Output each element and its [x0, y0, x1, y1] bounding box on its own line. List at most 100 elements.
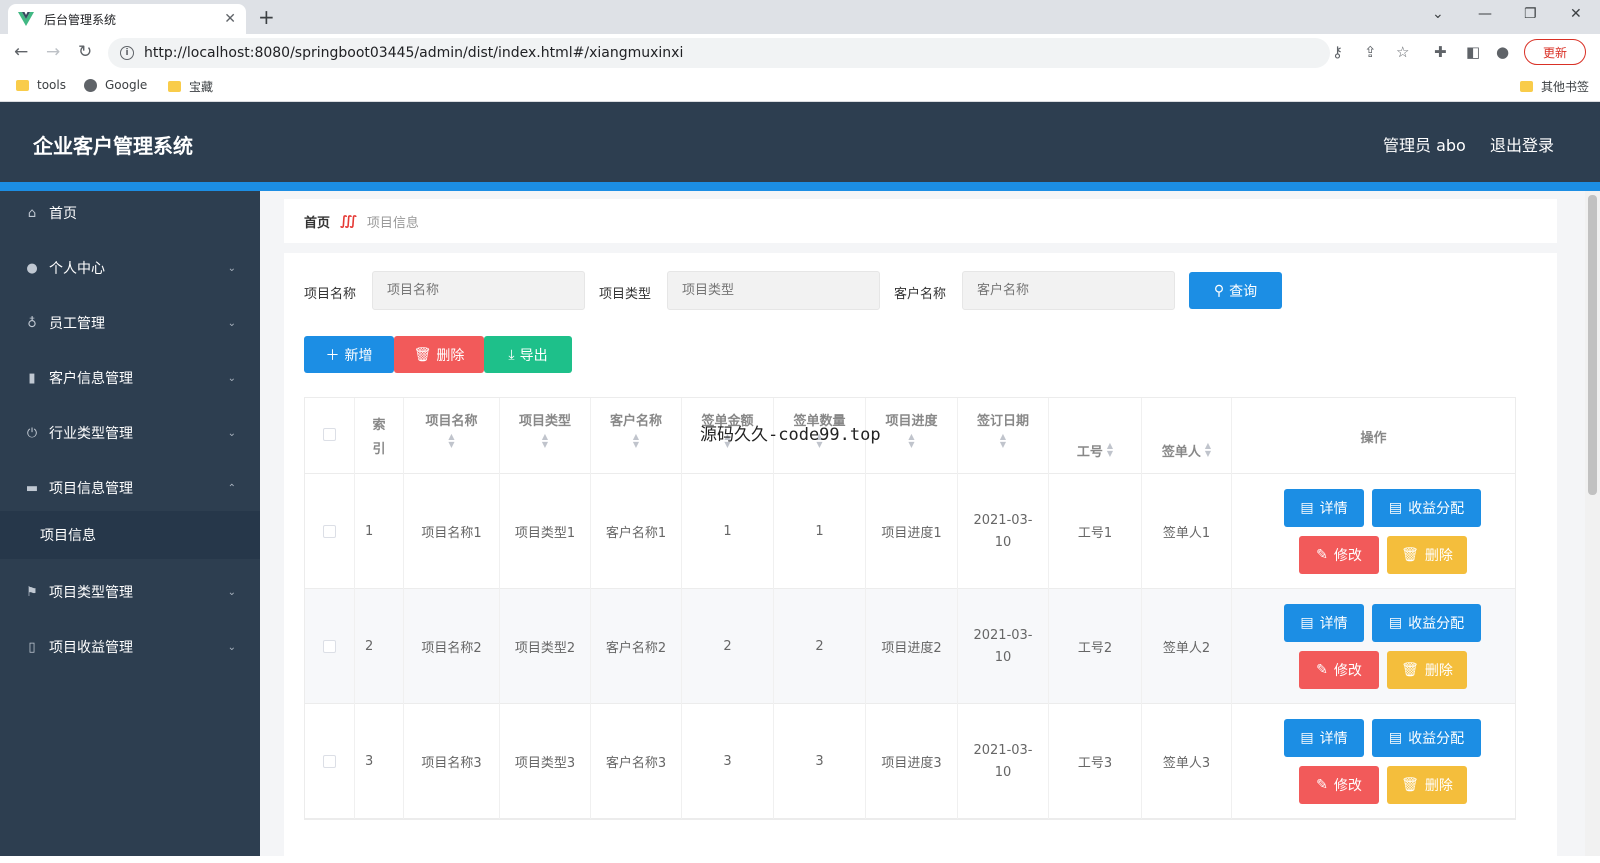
sort-icon[interactable]: ▲ ▼: [448, 433, 454, 449]
sort-icon[interactable]: ▲ ▼: [542, 433, 548, 449]
browser-tab-bar: 后台管理系统 ✕ + ⌄ — ❐ ✕: [0, 0, 1600, 34]
header-index[interactable]: 索引: [355, 398, 404, 474]
restore-icon[interactable]: ❐: [1524, 6, 1537, 22]
bookmark-tools[interactable]: tools: [16, 78, 66, 92]
site-info-icon[interactable]: i: [120, 46, 134, 60]
header-project-name[interactable]: 项目名称 ▲ ▼: [404, 398, 500, 474]
edit-icon: ✎: [1316, 662, 1328, 678]
sidepanel-icon[interactable]: ◧: [1466, 43, 1480, 61]
edit-button[interactable]: ✎ 修改: [1299, 766, 1379, 804]
sidebar-item-home[interactable]: ⌂ 首页: [0, 193, 260, 233]
chevron-down-icon: ⌄: [227, 427, 236, 439]
sort-icon[interactable]: ▲ ▼: [1107, 442, 1113, 458]
header-signer[interactable]: 签单人 ▲ ▼: [1142, 398, 1232, 474]
bookmark-other[interactable]: 其他书签: [1520, 78, 1589, 95]
profile-icon[interactable]: ●: [1496, 43, 1509, 61]
cell-customer-name: 客户名称1: [591, 474, 682, 589]
trash-icon: 🗑: [1401, 662, 1419, 678]
batch-delete-button[interactable]: 🗑 删除: [394, 336, 484, 373]
add-button[interactable]: ＋新增: [304, 336, 394, 373]
export-button[interactable]: ⤓ 导出: [484, 336, 572, 373]
document-icon: ▤: [1388, 500, 1403, 516]
sort-icon[interactable]: ▲ ▼: [908, 433, 914, 449]
trash-icon: 🗑: [1401, 547, 1419, 563]
logout-link[interactable]: 退出登录: [1490, 132, 1554, 156]
extensions-icon[interactable]: ✚: [1434, 43, 1447, 61]
cell-progress: 项目进度2: [866, 589, 958, 704]
chevron-down-icon: ⌄: [227, 317, 236, 329]
new-tab-icon[interactable]: +: [258, 5, 275, 29]
sidebar-item-projects[interactable]: ▬ 项目信息管理 ⌃: [0, 468, 260, 508]
window-close-icon[interactable]: ✕: [1570, 6, 1582, 22]
breadcrumb-home[interactable]: 首页: [304, 212, 330, 231]
detail-button[interactable]: ▤ 详情: [1284, 604, 1364, 642]
sidebar-item-customers[interactable]: ▮ 客户信息管理 ⌄: [0, 358, 260, 398]
close-icon[interactable]: ✕: [224, 11, 236, 27]
browser-tab[interactable]: 后台管理系统 ✕: [8, 4, 246, 34]
row-checkbox[interactable]: [323, 755, 336, 768]
edit-button[interactable]: ✎ 修改: [1299, 536, 1379, 574]
delete-button[interactable]: 🗑 删除: [1387, 651, 1467, 689]
sidebar-item-profile[interactable]: ● 个人中心 ⌄: [0, 248, 260, 288]
cell-sign-quantity: 3: [774, 704, 866, 819]
profit-button[interactable]: ▤ 收益分配: [1372, 489, 1481, 527]
detail-button[interactable]: ▤ 详情: [1284, 719, 1364, 757]
customer-name-input[interactable]: [962, 271, 1175, 310]
key-icon[interactable]: ⚷: [1332, 43, 1343, 61]
header-customer-name[interactable]: 客户名称 ▲ ▼: [591, 398, 682, 474]
sidebar-item-project-profits[interactable]: ▯ 项目收益管理 ⌄: [0, 627, 260, 667]
cell-customer-name: 客户名称2: [591, 589, 682, 704]
bookmark-google[interactable]: Google: [84, 78, 147, 92]
query-button[interactable]: ⚲ 查询: [1189, 272, 1282, 309]
cell-actions: ▤ 详情 ▤ 收益分配 ✎ 修改 🗑 删除: [1232, 589, 1515, 704]
plus-icon: ＋: [325, 347, 340, 364]
table-header: 索引 项目名称 ▲ ▼ 项目类型 ▲ ▼ 客户名称 ▲ ▼ 签单金额 ▲ ▼ 签单数量 ▲ ▼ 项目…: [305, 398, 1515, 474]
document-icon: ▤: [1300, 730, 1314, 746]
search-label-project-name: 项目名称: [304, 287, 357, 302]
header-job-no[interactable]: 工号 ▲ ▼: [1049, 398, 1142, 474]
scrollbar-thumb[interactable]: [1588, 195, 1597, 495]
profit-button[interactable]: ▤ 收益分配: [1372, 719, 1481, 757]
sort-icon[interactable]: ▲ ▼: [633, 433, 639, 449]
sidebar-subitem-project-info[interactable]: 项目信息: [0, 511, 260, 559]
reload-icon[interactable]: ↻: [78, 42, 92, 62]
tab-search-icon[interactable]: ⌄: [1432, 6, 1444, 22]
url-field[interactable]: i http://localhost:8080/springboot03445/…: [108, 38, 1330, 68]
page-scrollbar[interactable]: [1585, 191, 1600, 856]
star-icon[interactable]: ☆: [1396, 43, 1409, 61]
sidebar-item-project-types[interactable]: ⚑ 项目类型管理 ⌄: [0, 572, 260, 612]
cell-job-no: 工号2: [1049, 589, 1142, 704]
sidebar-item-industry[interactable]: ⏻ 行业类型管理 ⌄: [0, 413, 260, 453]
project-table: 索引 项目名称 ▲ ▼ 项目类型 ▲ ▼ 客户名称 ▲ ▼ 签单金额 ▲ ▼ 签单数量 ▲ ▼ 项目…: [304, 397, 1516, 820]
bookmark-treasure[interactable]: 宝藏: [168, 78, 213, 95]
edit-button[interactable]: ✎ 修改: [1299, 651, 1379, 689]
minimize-icon[interactable]: —: [1478, 6, 1492, 22]
select-all-checkbox[interactable]: [323, 428, 336, 441]
sort-icon[interactable]: ▲ ▼: [1000, 433, 1006, 449]
header-project-type[interactable]: 项目类型 ▲ ▼: [500, 398, 591, 474]
row-checkbox[interactable]: [323, 525, 336, 538]
row-checkbox[interactable]: [323, 640, 336, 653]
update-button[interactable]: 更新: [1524, 39, 1586, 65]
detail-button[interactable]: ▤ 详情: [1284, 489, 1364, 527]
bookmarks-bar: tools Google 宝藏 其他书签: [0, 72, 1600, 102]
delete-button[interactable]: 🗑 删除: [1387, 536, 1467, 574]
cell-customer-name: 客户名称3: [591, 704, 682, 819]
table-row: 1 项目名称1 项目类型1 客户名称1 1 1 项目进度1 2021-03-10…: [305, 474, 1515, 589]
header-sign-date[interactable]: 签订日期 ▲ ▼: [958, 398, 1049, 474]
profit-button[interactable]: ▤ 收益分配: [1372, 604, 1481, 642]
sort-icon[interactable]: ▲ ▼: [1205, 442, 1211, 458]
project-type-input[interactable]: [667, 271, 880, 310]
header-divider: [0, 182, 1600, 191]
delete-button[interactable]: 🗑 删除: [1387, 766, 1467, 804]
forward-icon[interactable]: →: [46, 42, 60, 62]
sidebar-item-employees[interactable]: ♁ 员工管理 ⌄: [0, 303, 260, 343]
share-icon[interactable]: ⇪: [1364, 43, 1377, 61]
chevron-down-icon: ⌄: [227, 586, 236, 598]
mic-icon: ♁: [27, 315, 37, 331]
cell-actions: ▤ 详情 ▤ 收益分配 ✎ 修改 🗑 删除: [1232, 704, 1515, 819]
back-icon[interactable]: ←: [14, 42, 28, 62]
power-icon: ⏻: [26, 425, 38, 441]
header-actions: 操作: [1360, 431, 1387, 446]
project-name-input[interactable]: [372, 271, 585, 310]
